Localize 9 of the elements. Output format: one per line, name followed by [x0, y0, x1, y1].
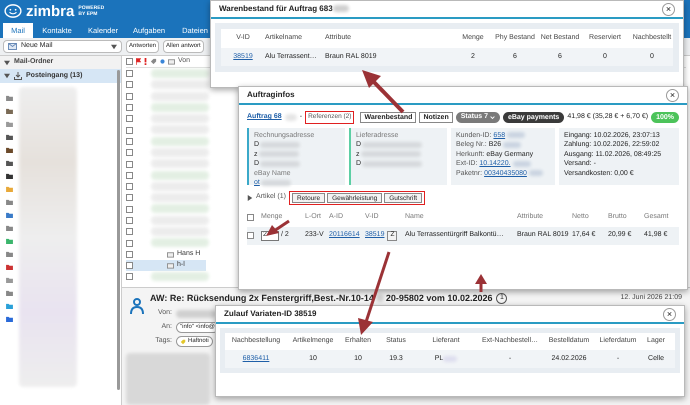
close-button[interactable]: × [666, 88, 679, 102]
dialog-title: Warenbestand für Auftrag 683 [219, 3, 349, 15]
email-subject: 20-95802 vom 10.02.2026 [386, 292, 492, 304]
close-button[interactable]: × [663, 308, 676, 320]
close-button[interactable]: × [662, 2, 675, 16]
dialog-title: Auftraginfos [247, 89, 295, 101]
email-subject: AW: Re: Rücksendung 2x Fenstergriff,Best.-Nr.10-14 [150, 292, 374, 305]
app-logo: zimbra [26, 4, 74, 18]
dialog-title: Zulauf Variaten-ID 38519 [224, 308, 316, 320]
